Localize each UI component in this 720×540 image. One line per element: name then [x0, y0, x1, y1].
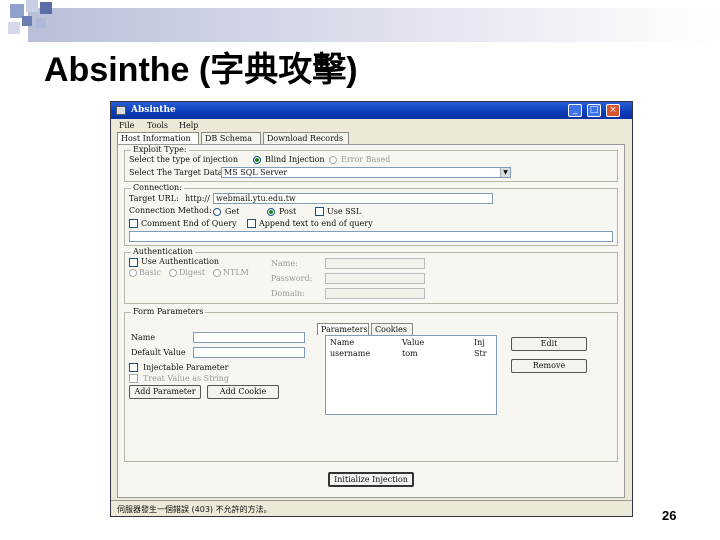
error-based-label: Error Based [341, 155, 391, 164]
slide-title: Absinthe (字典攻擊) [44, 51, 358, 89]
method-post-label: Post [279, 207, 297, 216]
menu-help[interactable]: Help [179, 121, 198, 130]
deco-square [26, 0, 38, 12]
auth-name-label: Name: [271, 259, 298, 268]
page-number: 26 [662, 508, 677, 523]
target-database-value: MS SQL Server [224, 168, 288, 177]
treat-as-string-label: Treat Value as String [143, 374, 229, 383]
column-inj-header[interactable]: Inj [474, 338, 485, 347]
target-url-label: Target URL: [129, 194, 179, 203]
auth-name-field[interactable] [325, 258, 425, 269]
edit-button[interactable]: Edit [511, 337, 587, 351]
auth-basic-label: Basic [139, 268, 161, 277]
append-text-checkbox[interactable] [247, 219, 256, 228]
connection-legend: Connection: [131, 183, 184, 192]
authentication-legend: Authentication [131, 247, 195, 256]
row-value-cell[interactable]: tom [402, 349, 418, 358]
param-name-label: Name [131, 333, 156, 342]
connection-group: Connection: Target URL: http:// webmail.… [124, 183, 618, 246]
method-post-radio[interactable] [267, 208, 275, 216]
maximize-button[interactable]: □ [587, 104, 601, 117]
tab-host-information[interactable]: Host Information [117, 132, 199, 144]
connection-method-label: Connection Method: [129, 206, 212, 215]
column-value-header[interactable]: Value [402, 338, 424, 347]
remove-button[interactable]: Remove [511, 359, 587, 373]
url-prefix-label: http:// [185, 194, 210, 203]
minimize-button[interactable]: _ [568, 104, 582, 117]
treat-as-string-checkbox[interactable] [129, 374, 138, 383]
form-parameters-legend: Form Parameters [131, 307, 206, 316]
deco-square [22, 16, 32, 26]
auth-domain-label: Domain: [271, 289, 305, 298]
header-gradient-band [28, 8, 720, 42]
auth-domain-field[interactable] [325, 288, 425, 299]
auth-password-label: Password: [271, 274, 313, 283]
add-cookie-button[interactable]: Add Cookie [207, 385, 279, 399]
chevron-down-icon: ▼ [500, 168, 510, 177]
append-text-field[interactable] [129, 231, 613, 242]
tab-parameters[interactable]: Parameters [317, 323, 369, 335]
append-text-label: Append text to end of query [259, 219, 373, 228]
method-get-label: Get [225, 207, 240, 216]
form-parameters-group: Form Parameters Name Default Value Injec… [124, 307, 618, 462]
app-icon [116, 106, 126, 115]
exploit-type-group: Exploit Type: Select the type of injecti… [124, 145, 618, 182]
status-bar: 伺服器發生一個錯誤 (403) 不允許的方法。 [111, 500, 632, 516]
tab-db-schema[interactable]: DB Schema [201, 132, 261, 144]
menu-tools[interactable]: Tools [147, 121, 168, 130]
auth-digest-label: Digest [179, 268, 206, 277]
auth-digest-radio[interactable] [169, 269, 177, 277]
parameters-list[interactable]: Name Value Inj username tom Str [325, 335, 497, 415]
injection-type-label: Select the type of injection [129, 155, 238, 164]
blind-injection-label: Blind Injection [265, 155, 325, 164]
comment-end-query-checkbox[interactable] [129, 219, 138, 228]
menu-bar: File Tools Help [111, 120, 632, 132]
error-based-radio[interactable] [329, 156, 337, 164]
injectable-parameter-checkbox[interactable] [129, 363, 138, 372]
absinthe-window: Absinthe _ □ × File Tools Help Host Info… [110, 101, 633, 517]
comment-end-query-label: Comment End of Query [141, 219, 237, 228]
window-title: Absinthe [131, 105, 176, 115]
use-ssl-label: Use SSL [327, 207, 362, 216]
deco-square [8, 22, 20, 34]
injectable-parameter-label: Injectable Parameter [143, 363, 229, 372]
param-name-field[interactable] [193, 332, 305, 343]
method-get-radio[interactable] [213, 208, 221, 216]
add-parameter-button[interactable]: Add Parameter [129, 385, 201, 399]
window-titlebar: Absinthe _ □ × [111, 102, 632, 119]
authentication-group: Authentication Use Authentication Basic … [124, 247, 618, 304]
auth-basic-radio[interactable] [129, 269, 137, 277]
deco-square [36, 18, 46, 28]
deco-square [40, 2, 52, 14]
target-url-field[interactable]: webmail.ytu.edu.tw [213, 193, 493, 204]
close-button[interactable]: × [606, 104, 620, 117]
auth-password-field[interactable] [325, 273, 425, 284]
slide-header-decoration [0, 0, 720, 42]
exploit-type-legend: Exploit Type: [131, 145, 189, 154]
row-inj-cell[interactable]: Str [474, 349, 487, 358]
tab-download-records[interactable]: Download Records [263, 132, 349, 144]
host-information-panel: Exploit Type: Select the type of injecti… [117, 144, 625, 498]
status-text: 伺服器發生一個錯誤 (403) 不允許的方法。 [117, 505, 272, 514]
blind-injection-radio[interactable] [253, 156, 261, 164]
auth-ntlm-label: NTLM [223, 268, 249, 277]
use-authentication-label: Use Authentication [141, 257, 220, 266]
row-name-cell[interactable]: username [330, 349, 370, 358]
use-ssl-checkbox[interactable] [315, 207, 324, 216]
use-authentication-checkbox[interactable] [129, 258, 138, 267]
param-default-field[interactable] [193, 347, 305, 358]
initialize-injection-button[interactable]: Initialize Injection [328, 472, 414, 487]
param-default-label: Default Value [131, 348, 186, 357]
auth-ntlm-radio[interactable] [213, 269, 221, 277]
target-database-select[interactable]: MS SQL Server ▼ [221, 167, 511, 178]
menu-file[interactable]: File [119, 121, 134, 130]
column-name-header[interactable]: Name [330, 338, 354, 347]
tab-cookies[interactable]: Cookies [371, 323, 413, 335]
